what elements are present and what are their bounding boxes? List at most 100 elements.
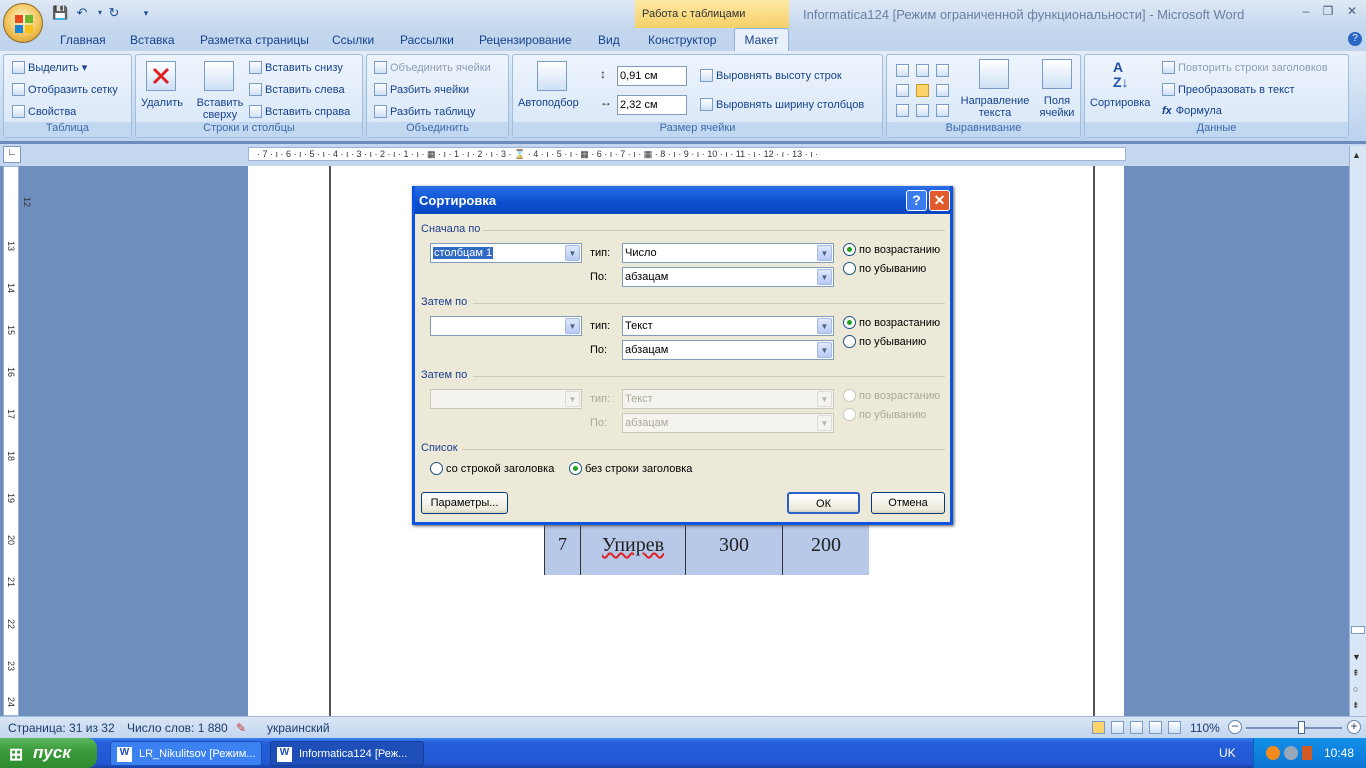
column-width-input[interactable]: 2,32 см: [617, 95, 687, 115]
next-page-icon[interactable]: ⇟: [1352, 700, 1360, 711]
then1-desc-radio[interactable]: по убыванию: [843, 335, 926, 348]
align-bottom-right-icon[interactable]: [936, 104, 949, 117]
formula-button[interactable]: fx Формула: [1162, 105, 1222, 117]
tab-references[interactable]: Ссылки: [332, 33, 374, 47]
tab-page-layout[interactable]: Разметка страницы: [200, 33, 309, 47]
tab-insert[interactable]: Вставка: [130, 33, 175, 47]
first-by-select[interactable]: абзацам ▼: [622, 267, 834, 287]
customize-qat-icon[interactable]: ▾: [138, 5, 154, 21]
insert-right-button[interactable]: Вставить справа: [249, 105, 350, 118]
browse-object-icon[interactable]: ○: [1353, 684, 1358, 694]
first-asc-radio[interactable]: по возрастанию: [843, 243, 940, 256]
first-desc-radio[interactable]: по убыванию: [843, 262, 926, 275]
office-button[interactable]: [3, 3, 43, 43]
then1-column-select[interactable]: ▼: [430, 316, 582, 336]
taskbar-item-informatica[interactable]: W Informatica124 [Реж...: [270, 741, 424, 766]
dialog-help-button[interactable]: ?: [906, 190, 927, 211]
first-type-select[interactable]: Число ▼: [622, 243, 834, 263]
merge-cells-button[interactable]: Объединить ячейки: [374, 61, 491, 74]
tab-mailings[interactable]: Рассылки: [400, 33, 454, 47]
taskbar-item-lr[interactable]: W LR_Nikulitsov [Режим...: [110, 741, 262, 766]
sort-button[interactable]: Сортировка: [1090, 97, 1150, 109]
align-top-right-icon[interactable]: [936, 64, 949, 77]
save-icon[interactable]: 💾: [52, 5, 68, 21]
align-middle-right-icon[interactable]: [936, 84, 949, 97]
tray-app-icon[interactable]: [1266, 746, 1280, 760]
with-header-radio[interactable]: со строкой заголовка: [430, 462, 554, 475]
undo-icon[interactable]: ↶: [74, 5, 90, 21]
no-header-radio[interactable]: без строки заголовка: [569, 462, 692, 475]
vertical-ruler[interactable]: 12 13 14 15 16 17 18 19 20 21 22 23 24: [3, 166, 32, 716]
cell-margins-button[interactable]: Поля ячейки: [1037, 95, 1077, 119]
align-top-center-icon[interactable]: [916, 64, 929, 77]
align-bottom-center-icon[interactable]: [916, 104, 929, 117]
first-column-select[interactable]: столбцам 1 ▼: [430, 243, 582, 263]
insert-below-button[interactable]: Вставить снизу: [249, 61, 343, 74]
minimize-button[interactable]: –: [1296, 4, 1316, 20]
tab-home[interactable]: Главная: [60, 33, 106, 47]
cancel-button[interactable]: Отмена: [871, 492, 945, 514]
table-cell-num[interactable]: 7: [545, 524, 581, 575]
convert-to-text-button[interactable]: Преобразовать в текст: [1162, 83, 1295, 96]
zoom-out-icon[interactable]: −: [1228, 720, 1242, 734]
then1-asc-radio[interactable]: по возрастанию: [843, 316, 940, 329]
split-table-button[interactable]: Разбить таблицу: [374, 105, 475, 118]
align-bottom-left-icon[interactable]: [896, 104, 909, 117]
then1-by-select[interactable]: абзацам ▼: [622, 340, 834, 360]
align-middle-left-icon[interactable]: [896, 84, 909, 97]
close-button[interactable]: ✕: [1342, 4, 1362, 20]
autofit-button[interactable]: Автоподбор: [518, 97, 579, 109]
zoom-in-icon[interactable]: +: [1347, 720, 1361, 734]
split-cells-button[interactable]: Разбить ячейки: [374, 83, 469, 96]
tab-selector-icon[interactable]: ∟: [3, 146, 21, 163]
zoom-level[interactable]: 110%: [1190, 721, 1220, 735]
then1-type-select[interactable]: Текст ▼: [622, 316, 834, 336]
row-height-input[interactable]: 0,91 см: [617, 66, 687, 86]
help-icon[interactable]: ?: [1348, 32, 1362, 46]
align-top-left-icon[interactable]: [896, 64, 909, 77]
tab-design[interactable]: Конструктор: [648, 33, 716, 47]
outline-icon[interactable]: [1149, 721, 1162, 734]
word-count[interactable]: Число слов: 1 880: [127, 721, 228, 735]
start-button[interactable]: ⊞ пуск: [0, 738, 97, 768]
prev-page-icon[interactable]: ⇞: [1352, 668, 1360, 679]
distribute-rows-button[interactable]: Выровнять высоту строк: [700, 69, 842, 82]
delete-button[interactable]: Удалить: [141, 97, 183, 109]
table-cell-b[interactable]: 200: [783, 524, 869, 575]
align-middle-center-icon[interactable]: [916, 84, 929, 97]
page-count[interactable]: Страница: 31 из 32: [8, 721, 115, 735]
text-direction-button[interactable]: Направление текста: [958, 95, 1032, 119]
input-language[interactable]: UK: [1219, 746, 1236, 760]
zoom-slider-track[interactable]: [1246, 727, 1342, 729]
repeat-header-button[interactable]: Повторить строки заголовков: [1162, 61, 1328, 74]
scroll-down-icon[interactable]: ▼: [1352, 652, 1361, 662]
scroll-thumb[interactable]: [1351, 626, 1365, 634]
draft-icon[interactable]: [1168, 721, 1181, 734]
restore-button[interactable]: ❐: [1318, 4, 1338, 20]
select-button[interactable]: Выделить ▾: [12, 61, 87, 74]
vertical-scrollbar[interactable]: ▲ ▼ ⇞ ○ ⇟: [1349, 146, 1366, 716]
full-screen-reading-icon[interactable]: [1111, 721, 1124, 734]
table-row[interactable]: 7 Упирев 300 200: [544, 523, 869, 575]
horizontal-ruler[interactable]: · 7 · ı · 6 · ı · 5 · ı · 4 · ı · 3 · ı …: [248, 147, 1126, 161]
language[interactable]: украинский: [267, 721, 330, 735]
tray-speaker-icon[interactable]: [1284, 746, 1298, 760]
dialog-close-button[interactable]: ✕: [929, 190, 950, 211]
show-grid-button[interactable]: Отобразить сетку: [12, 83, 118, 96]
distribute-cols-button[interactable]: Выровнять ширину столбцов: [700, 98, 864, 111]
tray-status-icon[interactable]: [1302, 746, 1312, 760]
web-layout-icon[interactable]: [1130, 721, 1143, 734]
tab-view[interactable]: Вид: [598, 33, 620, 47]
zoom-slider-thumb[interactable]: [1297, 721, 1305, 734]
print-layout-icon[interactable]: [1092, 721, 1105, 734]
properties-button[interactable]: Свойства: [12, 105, 76, 118]
tab-review[interactable]: Рецензирование: [479, 33, 572, 47]
spelling-icon[interactable]: ✎: [236, 721, 246, 735]
insert-left-button[interactable]: Вставить слева: [249, 83, 345, 96]
table-cell-name[interactable]: Упирев: [581, 524, 686, 575]
scroll-up-icon[interactable]: ▲: [1352, 150, 1361, 160]
ok-button[interactable]: ОК: [787, 492, 860, 514]
insert-above-button[interactable]: Вставить сверху: [196, 97, 244, 121]
table-cell-a[interactable]: 300: [686, 524, 783, 575]
redo-icon[interactable]: ↻: [106, 5, 122, 21]
